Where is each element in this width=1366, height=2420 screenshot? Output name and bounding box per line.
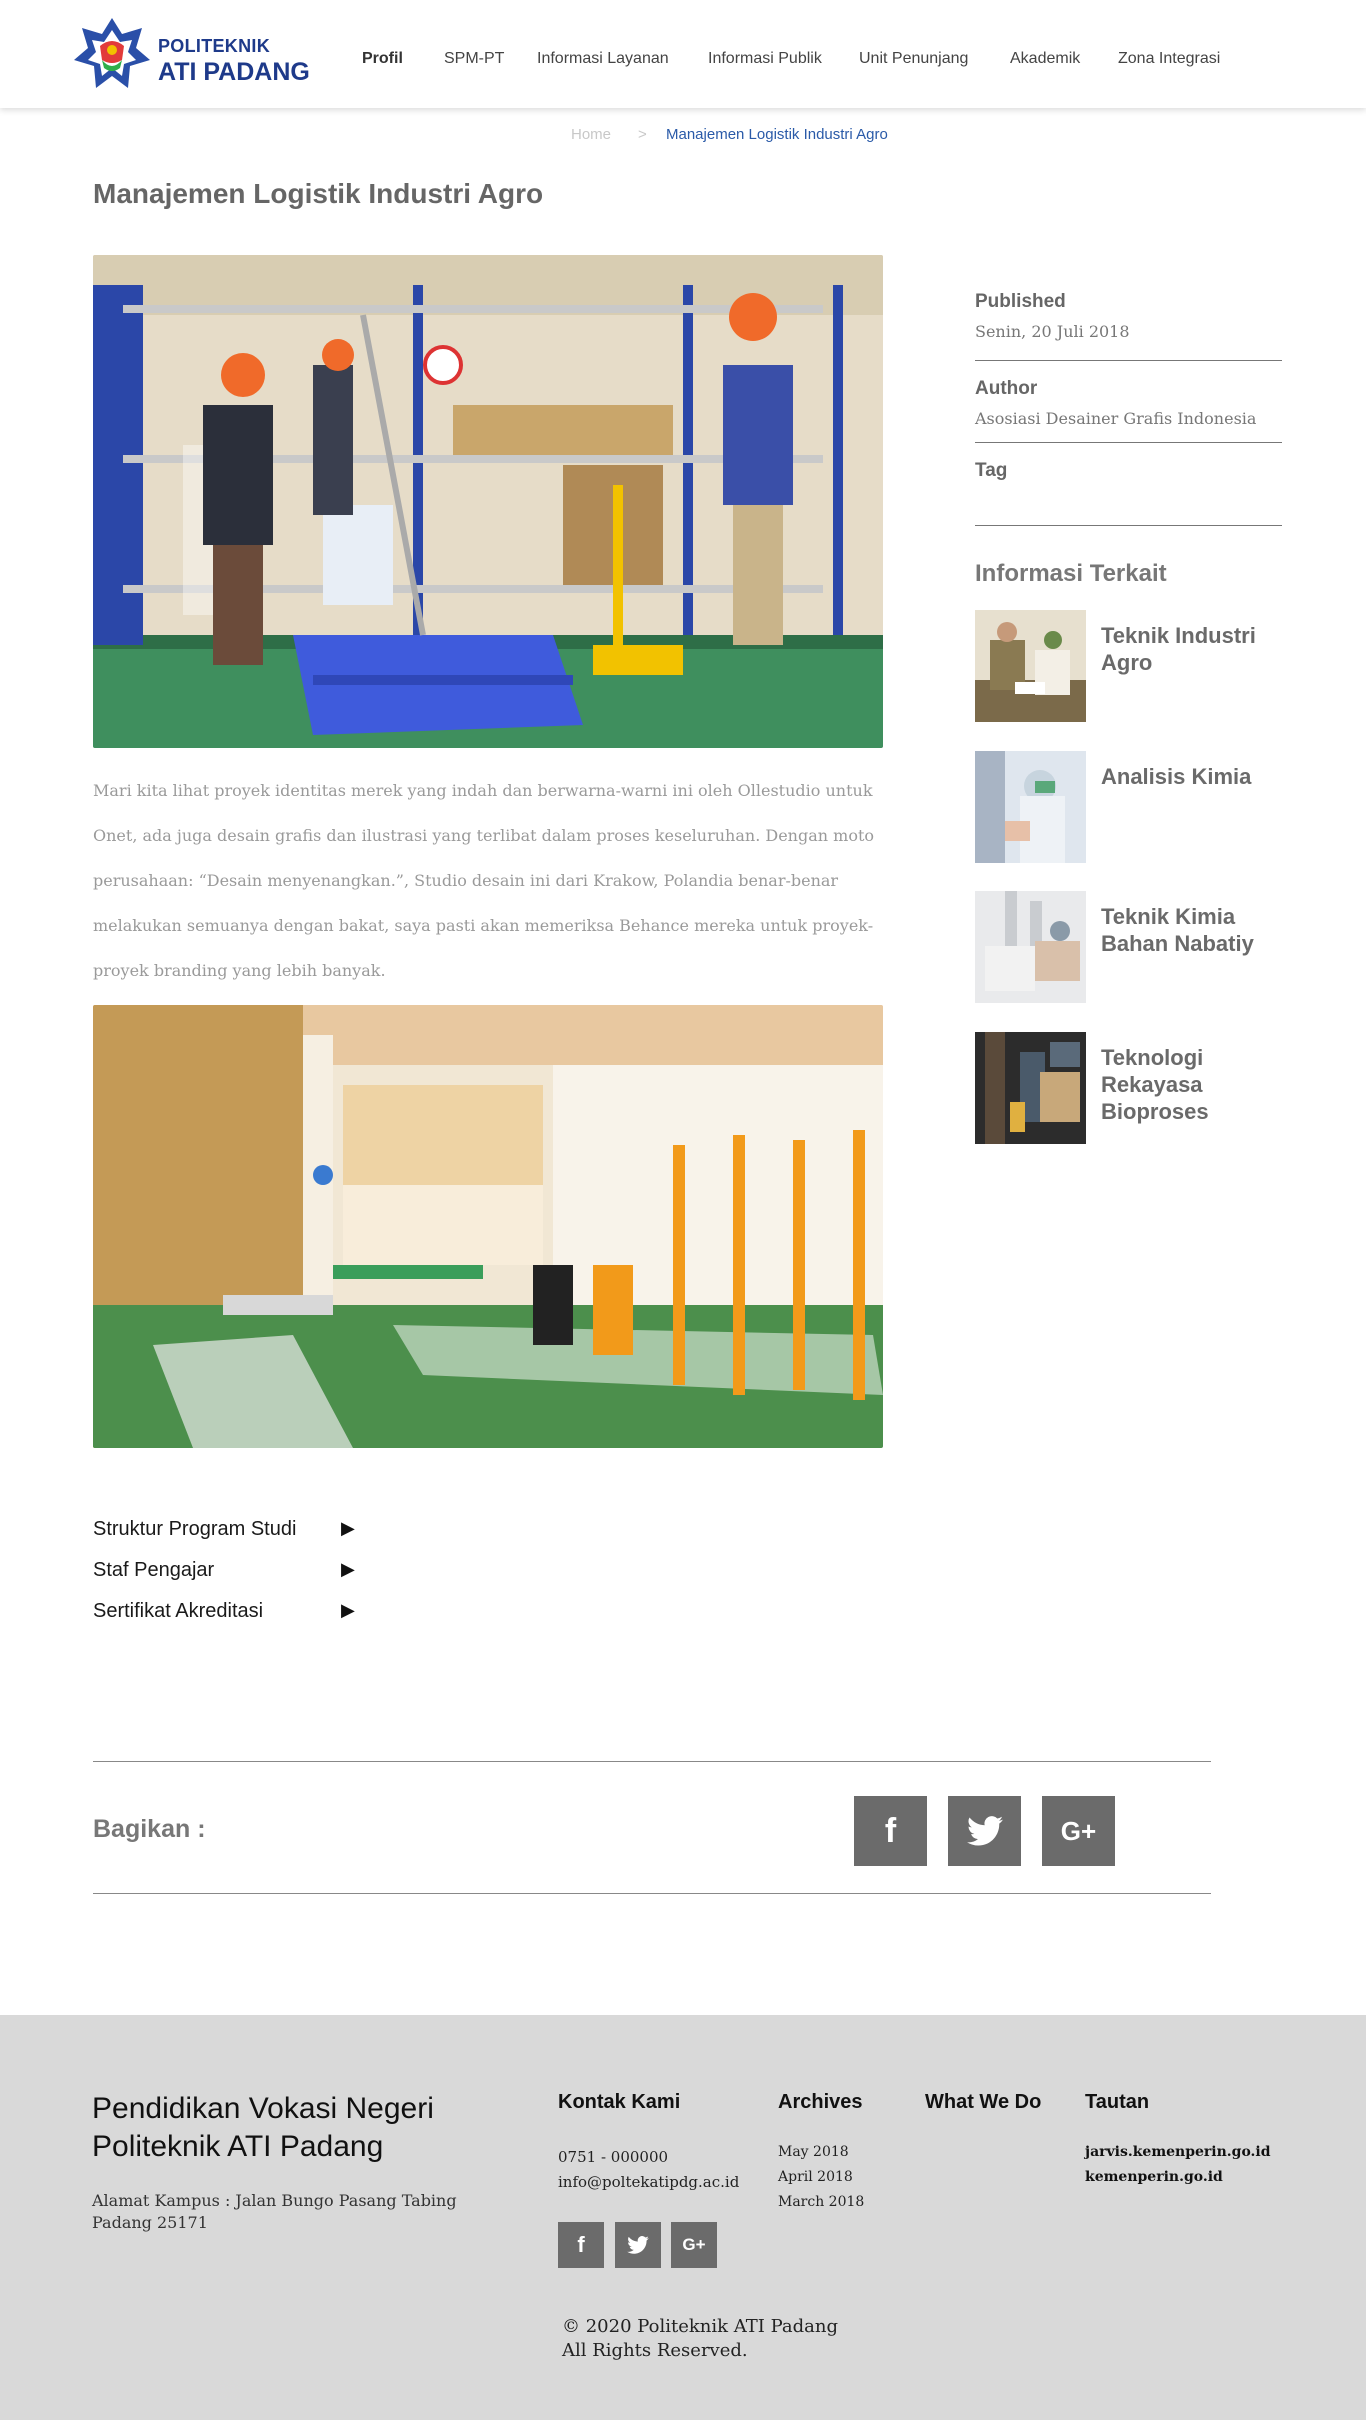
published-date: Senin, 20 Juli 2018 <box>975 322 1130 341</box>
meta-divider <box>975 525 1282 526</box>
nav-akademik[interactable]: Akademik <box>1010 50 1080 68</box>
share-divider-bottom <box>93 1893 1211 1894</box>
footer-copyright: © 2020 Politeknik ATI Padang All Rights … <box>562 2315 838 2363</box>
meta-divider <box>975 360 1282 361</box>
footer-phone[interactable]: 0751 - 000000 <box>558 2148 668 2166</box>
footer-google-plus-button[interactable]: G+ <box>671 2222 717 2268</box>
related-title[interactable]: Teknologi Rekayasa Bioproses <box>1101 1044 1281 1125</box>
twitter-icon <box>966 1816 1003 1846</box>
footer-whatwedo-heading: What We Do <box>925 2091 1042 2113</box>
share-divider-top <box>93 1761 1211 1762</box>
article-photo-warehouse <box>93 255 883 748</box>
breadcrumb-home[interactable]: Home <box>571 126 611 143</box>
published-label: Published <box>975 291 1066 312</box>
footer-address: Alamat Kampus : Jalan Bungo Pasang Tabin… <box>92 2191 457 2232</box>
related-thumbnail[interactable] <box>975 891 1086 1003</box>
brand-line2[interactable]: ATI PADANG <box>158 58 310 87</box>
related-thumbnail[interactable] <box>975 610 1086 722</box>
brand-line1[interactable]: POLITEKNIK <box>158 36 270 57</box>
facebook-icon: f <box>577 2232 585 2257</box>
nav-zona-integrasi[interactable]: Zona Integrasi <box>1118 50 1220 68</box>
related-thumbnail[interactable] <box>975 1032 1086 1144</box>
play-arrow-icon: ▶ <box>341 1559 355 1579</box>
archive-link[interactable]: April 2018 <box>778 2169 853 2185</box>
article-body: Mari kita lihat proyek identitas merek y… <box>93 781 875 980</box>
nav-informasi-publik[interactable]: Informasi Publik <box>708 50 822 68</box>
meta-divider <box>975 442 1282 443</box>
tautan-link[interactable]: jarvis.kemenperin.go.id <box>1085 2144 1271 2160</box>
related-item[interactable]: Analisis Kimia <box>975 751 1285 863</box>
site-header: POLITEKNIK ATI PADANG Profil SPM-PT Info… <box>0 0 1366 108</box>
related-item[interactable]: Teknologi Rekayasa Bioproses <box>975 1032 1285 1144</box>
twitter-icon <box>627 2236 649 2254</box>
footer-email[interactable]: info@poltekatipdg.ac.id <box>558 2173 739 2191</box>
author-label: Author <box>975 378 1038 399</box>
archive-link[interactable]: May 2018 <box>778 2144 849 2160</box>
related-title[interactable]: Teknik Kimia Bahan Nabatiy <box>1101 903 1281 957</box>
copyright-line: All Rights Reserved. <box>562 2340 748 2361</box>
google-plus-icon: G+ <box>1060 1815 1097 1846</box>
nav-spm-pt[interactable]: SPM-PT <box>444 50 504 68</box>
link-label: Staf Pengajar <box>93 1559 215 1581</box>
related-title[interactable]: Analisis Kimia <box>1101 763 1281 790</box>
share-label: Bagikan : <box>93 1815 206 1843</box>
related-item[interactable]: Teknik Kimia Bahan Nabatiy <box>975 891 1285 1003</box>
archive-link[interactable]: March 2018 <box>778 2194 864 2210</box>
politeknik-logo[interactable] <box>72 16 152 92</box>
facebook-icon: f <box>884 1811 897 1850</box>
link-struktur-program-studi[interactable]: Struktur Program Studi ▶ <box>93 1518 363 1541</box>
related-item[interactable]: Teknik Industri Agro <box>975 610 1285 722</box>
breadcrumb-current: Manajemen Logistik Industri Agro <box>666 126 888 143</box>
footer-twitter-button[interactable] <box>615 2222 661 2268</box>
nav-unit-penunjang[interactable]: Unit Penunjang <box>859 50 968 68</box>
link-label: Sertifikat Akreditasi <box>93 1600 264 1622</box>
page-title: Manajemen Logistik Industri Agro <box>93 178 544 209</box>
play-arrow-icon: ▶ <box>341 1518 355 1538</box>
nav-informasi-layanan[interactable]: Informasi Layanan <box>537 50 669 68</box>
related-heading: Informasi Terkait <box>975 560 1167 587</box>
author-name: Asosiasi Desainer Grafis Indonesia <box>975 409 1257 428</box>
footer-facebook-button[interactable]: f <box>558 2222 604 2268</box>
link-label: Struktur Program Studi <box>93 1518 297 1540</box>
share-twitter-button[interactable] <box>948 1796 1021 1866</box>
tag-label: Tag <box>975 460 1008 481</box>
footer-tautan-heading: Tautan <box>1085 2091 1150 2113</box>
footer-title: Pendidikan Vokasi Negeri Politeknik ATI … <box>92 2092 434 2163</box>
share-facebook-button[interactable]: f <box>854 1796 927 1866</box>
share-google-plus-button[interactable]: G+ <box>1042 1796 1115 1866</box>
tautan-link[interactable]: kemenperin.go.id <box>1085 2169 1223 2185</box>
footer-contact-heading: Kontak Kami <box>558 2091 681 2113</box>
copyright-line: © 2020 Politeknik ATI Padang <box>562 2316 839 2337</box>
link-sertifikat-akreditasi[interactable]: Sertifikat Akreditasi ▶ <box>93 1600 363 1623</box>
article-photo-lab-room <box>93 1005 883 1448</box>
nav-profil[interactable]: Profil <box>362 50 403 68</box>
link-staf-pengajar[interactable]: Staf Pengajar ▶ <box>93 1559 363 1582</box>
related-thumbnail[interactable] <box>975 751 1086 863</box>
related-title[interactable]: Teknik Industri Agro <box>1101 622 1281 676</box>
play-arrow-icon: ▶ <box>341 1600 355 1620</box>
footer-archives-heading: Archives <box>778 2091 863 2113</box>
breadcrumb-separator: > <box>638 126 647 143</box>
google-plus-icon: G+ <box>682 2235 706 2254</box>
